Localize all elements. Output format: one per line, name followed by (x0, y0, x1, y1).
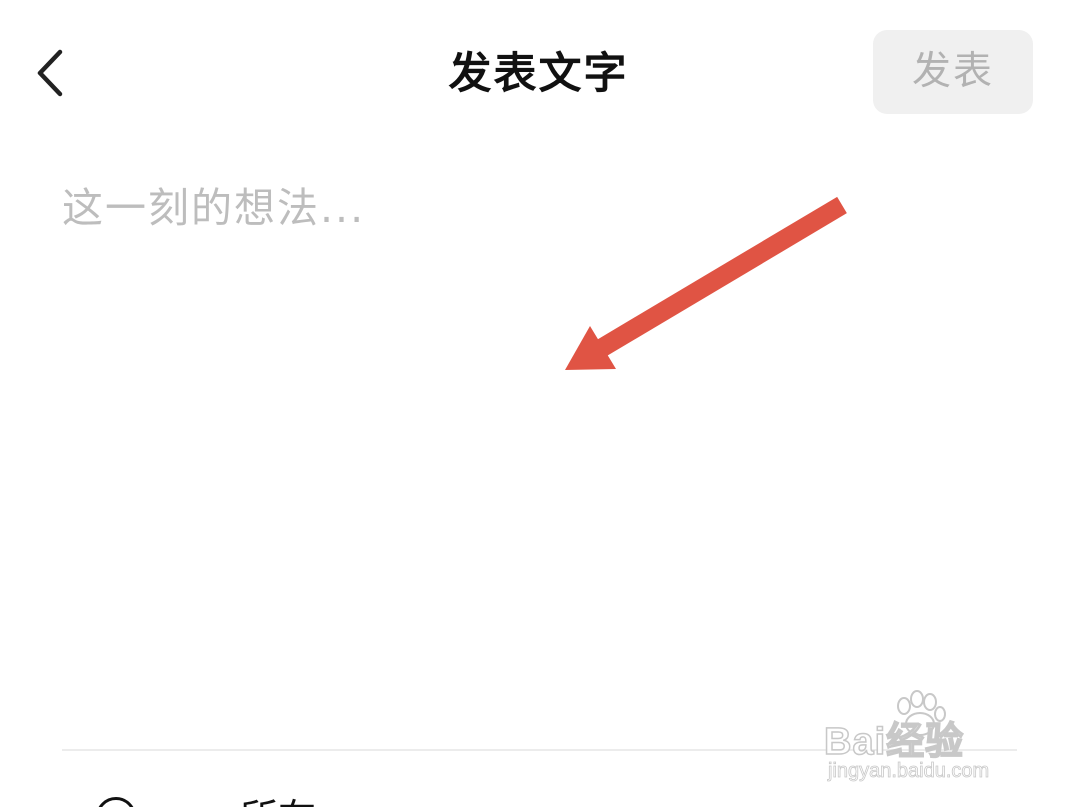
post-text-input[interactable] (62, 178, 1017, 718)
watermark-brand: Bai经验 (823, 720, 965, 764)
compose-text-screen: 发表文字 发表 所在 Bai经验 jingyan.baidu.com (0, 0, 1077, 807)
divider (62, 749, 1017, 751)
location-label[interactable]: 所在 (240, 796, 316, 807)
watermark-url: jingyan.baidu.com (828, 760, 990, 783)
publish-button[interactable]: 发表 (873, 30, 1033, 114)
location-icon[interactable] (96, 797, 136, 807)
